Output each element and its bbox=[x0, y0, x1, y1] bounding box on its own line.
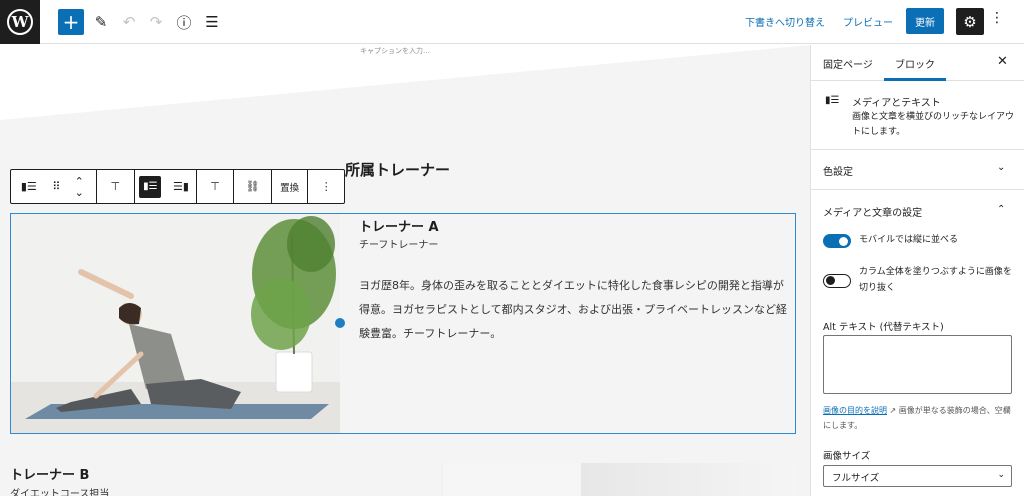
update-button[interactable]: 更新 bbox=[906, 8, 944, 34]
block-toolbar: ▮☰ ⠿ ⌃ ⌄ ⊤ ▮☰ ☰▮ ⊤ ⛓ 置換 ⋮ bbox=[10, 169, 345, 204]
trainer-b-role[interactable]: ダイエットコース担当 bbox=[10, 485, 109, 496]
wordpress-icon: W bbox=[7, 8, 33, 35]
chevron-up-icon[interactable]: ⌃ bbox=[997, 204, 1005, 215]
trainer-b-name[interactable]: トレーナー B bbox=[10, 464, 89, 483]
resize-handle[interactable] bbox=[335, 318, 345, 328]
trainer-a-name[interactable]: トレーナー A bbox=[359, 216, 439, 235]
preview-link[interactable]: プレビュー bbox=[843, 14, 893, 29]
wordpress-logo-button[interactable]: W bbox=[0, 0, 40, 44]
replace-button[interactable]: 置換 bbox=[272, 170, 308, 203]
settings-sidebar: 固定ページ ブロック ✕ ▮☰ メディアとテキスト 画像と文章を横並びのリッチな… bbox=[810, 45, 1024, 496]
tab-page[interactable]: 固定ページ bbox=[823, 56, 873, 71]
add-block-button[interactable]: + bbox=[58, 9, 84, 35]
color-settings-panel[interactable]: 色設定 ⌄ bbox=[811, 150, 1024, 190]
crop-to-fill-label: カラム全体を塗りつぶすように画像を切り抜く bbox=[859, 267, 1012, 293]
stack-on-mobile-toggle[interactable] bbox=[823, 234, 851, 248]
color-settings-title[interactable]: 色設定 bbox=[823, 163, 853, 178]
image-size-select[interactable]: フルサイズ ⌄ bbox=[823, 465, 1012, 487]
chevron-down-icon: ⌄ bbox=[997, 470, 1005, 480]
vertical-align-icon[interactable]: ⊤ bbox=[197, 170, 234, 203]
media-text-settings-title[interactable]: メディアと文章の設定 bbox=[823, 204, 922, 219]
media-left-button[interactable]: ▮☰ bbox=[135, 170, 167, 203]
drag-handle-icon[interactable]: ⠿ bbox=[47, 170, 67, 203]
stack-on-mobile-label: モバイルでは縦に並べる bbox=[859, 235, 959, 245]
redo-icon[interactable]: ↷ bbox=[143, 9, 169, 35]
options-more-icon[interactable]: ⋮ bbox=[990, 10, 1004, 26]
edit-tool-icon[interactable]: ✎ bbox=[88, 9, 114, 35]
close-sidebar-icon[interactable]: ✕ bbox=[997, 54, 1008, 69]
external-link-icon: ↗ bbox=[889, 406, 897, 415]
block-card-title: メディアとテキスト bbox=[852, 98, 941, 109]
settings-gear-icon[interactable]: ⚙ bbox=[956, 8, 984, 35]
align-icon[interactable]: ⊤ bbox=[97, 170, 134, 203]
block-card: ▮☰ メディアとテキスト 画像と文章を横並びのリッチなレイアウトにします。 bbox=[811, 81, 1024, 150]
block-type-icon[interactable]: ▮☰ bbox=[11, 170, 47, 203]
trainer-a-role[interactable]: チーフトレーナー bbox=[359, 236, 438, 251]
alt-text-field[interactable] bbox=[823, 335, 1012, 394]
editor-canvas: キャプションを入力… 所属トレーナー ▮☰ ⠿ ⌃ ⌄ ⊤ ▮☰ ☰▮ ⊤ ⛓ … bbox=[0, 45, 810, 496]
trainer-a-photo[interactable] bbox=[11, 214, 340, 433]
info-icon[interactable]: ⓘ bbox=[171, 9, 197, 35]
move-up-icon[interactable]: ⌃ bbox=[75, 176, 84, 187]
link-icon[interactable]: ⛓ bbox=[234, 170, 271, 203]
image-size-label: 画像サイズ bbox=[823, 451, 871, 462]
switch-to-draft-link[interactable]: 下書きへ切り替え bbox=[745, 14, 825, 29]
section-heading[interactable]: 所属トレーナー bbox=[345, 159, 450, 180]
yoga-photo-illustration bbox=[11, 214, 340, 433]
tab-block[interactable]: ブロック bbox=[895, 56, 935, 71]
media-text-block[interactable]: トレーナー A チーフトレーナー ヨガ歴8年。身体の歪みを取ることとダイエットに… bbox=[10, 213, 796, 434]
media-left-icon: ▮☰ bbox=[139, 175, 162, 198]
trainer-b-photo[interactable] bbox=[442, 463, 797, 496]
crop-to-fill-toggle[interactable] bbox=[823, 274, 851, 288]
chevron-down-icon[interactable]: ⌄ bbox=[997, 162, 1005, 173]
media-text-block-icon: ▮☰ bbox=[825, 95, 840, 106]
caption-placeholder[interactable]: キャプションを入力… bbox=[360, 46, 430, 56]
list-view-icon[interactable]: ☰ bbox=[199, 9, 225, 35]
block-card-description: 画像と文章を横並びのリッチなレイアウトにします。 bbox=[852, 112, 1015, 137]
media-right-icon[interactable]: ☰▮ bbox=[166, 170, 196, 203]
alt-text-help: 画像の目的を説明 ↗ 画像が単なる装飾の場合、空欄にします。 bbox=[823, 403, 1018, 433]
alt-text-label: Alt テキスト (代替テキスト) bbox=[823, 322, 944, 333]
image-size-value: フルサイズ bbox=[832, 473, 880, 484]
trainer-a-bio[interactable]: ヨガ歴8年。身体の歪みを取ることとダイエットに特化した食事レシピの開発と指導が得… bbox=[359, 274, 791, 346]
move-down-icon[interactable]: ⌄ bbox=[75, 187, 84, 198]
move-controls: ⌃ ⌄ bbox=[66, 176, 92, 198]
undo-icon[interactable]: ↶ bbox=[116, 9, 142, 35]
block-more-icon[interactable]: ⋮ bbox=[308, 170, 344, 203]
sidebar-tabs: 固定ページ ブロック ✕ bbox=[811, 45, 1024, 81]
editor-top-toolbar: W + ✎ ↶ ↷ ⓘ ☰ 下書きへ切り替え プレビュー 更新 ⚙ ⋮ bbox=[0, 0, 1024, 44]
describe-purpose-link[interactable]: 画像の目的を説明 bbox=[823, 406, 887, 415]
